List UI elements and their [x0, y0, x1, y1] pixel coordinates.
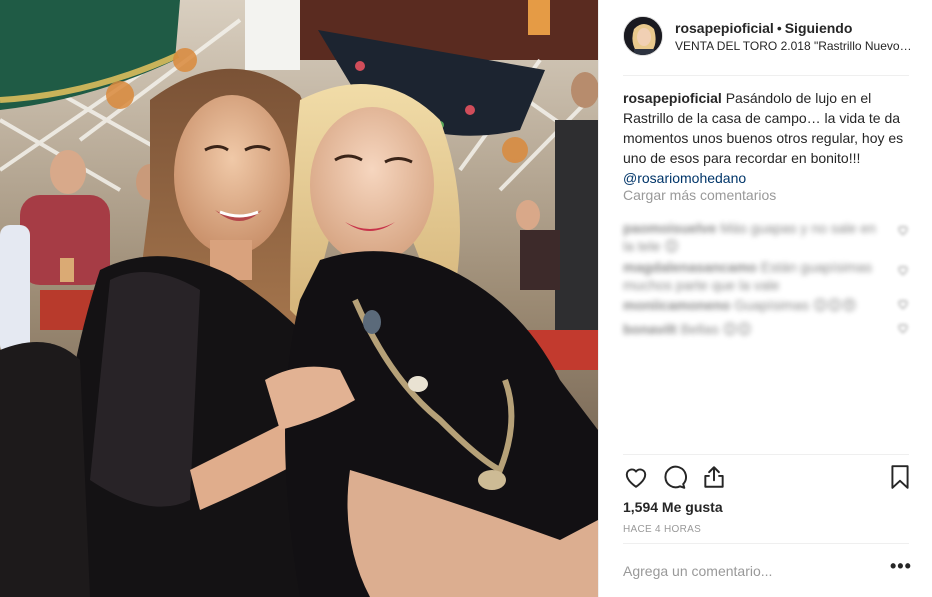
share-icon[interactable]: [701, 464, 727, 490]
comment-like-heart-icon[interactable]: [897, 264, 909, 276]
bookmark-icon[interactable]: [887, 464, 913, 490]
photo-illustration: [0, 0, 598, 597]
post-photo[interactable]: [0, 0, 598, 597]
post-side-panel: rosapepioficial • Siguiendo VENTA DEL TORO…: [598, 0, 932, 597]
header-title-line: rosapepioficial • Siguiendo: [675, 20, 852, 36]
add-comment-input[interactable]: [623, 563, 873, 579]
load-more-comments-button[interactable]: Cargar más comentarios: [623, 187, 776, 203]
comment-like-heart-icon[interactable]: [897, 322, 909, 334]
username-link[interactable]: rosapepioficial: [675, 20, 774, 36]
comment-username[interactable]: paomoisuelve: [623, 220, 716, 236]
comment-item: bonavilt Bellas 😊😊: [623, 320, 888, 338]
actions-divider: [623, 454, 909, 455]
comment-item: paomoisuelve Más guapas y no sale en la …: [623, 219, 888, 255]
caption-mention-link[interactable]: @rosariomohedano: [623, 168, 913, 188]
comment-username[interactable]: bonavilt: [623, 321, 677, 337]
following-button[interactable]: Siguiendo: [785, 20, 853, 36]
comment-box-divider: [623, 543, 909, 544]
comment-like-heart-icon[interactable]: [897, 224, 909, 236]
location-link[interactable]: VENTA DEL TORO 2.018 "Rastrillo Nuevo F.…: [675, 39, 913, 53]
post-actions-bar: [623, 464, 913, 492]
post-timestamp[interactable]: HACE 4 HORAS: [623, 524, 701, 535]
comment-like-heart-icon[interactable]: [897, 298, 909, 310]
more-options-icon[interactable]: •••: [890, 556, 912, 577]
avatar-image: [624, 17, 662, 55]
header-divider: [623, 75, 909, 76]
likes-count[interactable]: 1,594 Me gusta: [623, 499, 723, 515]
post-header: rosapepioficial • Siguiendo VENTA DEL TORO…: [623, 16, 913, 60]
comment-text: Bellas 😊😊: [680, 321, 752, 337]
comment-item: magdalenasancamo Están guapísimas muchos…: [623, 258, 888, 294]
heart-icon[interactable]: [623, 464, 649, 490]
header-separator: •: [776, 20, 782, 36]
comment-bubble-icon[interactable]: [661, 464, 687, 490]
comment-text: Guapísimas 😊😊😍: [734, 297, 857, 313]
post-caption: rosapepioficial Pasándolo de lujo en el …: [623, 88, 913, 188]
caption-username-link[interactable]: rosapepioficial: [623, 90, 722, 106]
comment-username[interactable]: moniicamoneno: [623, 297, 730, 313]
avatar[interactable]: [623, 16, 663, 56]
comment-username[interactable]: magdalenasancamo: [623, 259, 757, 275]
comment-item: moniicamoneno Guapísimas 😊😊😍: [623, 296, 888, 314]
